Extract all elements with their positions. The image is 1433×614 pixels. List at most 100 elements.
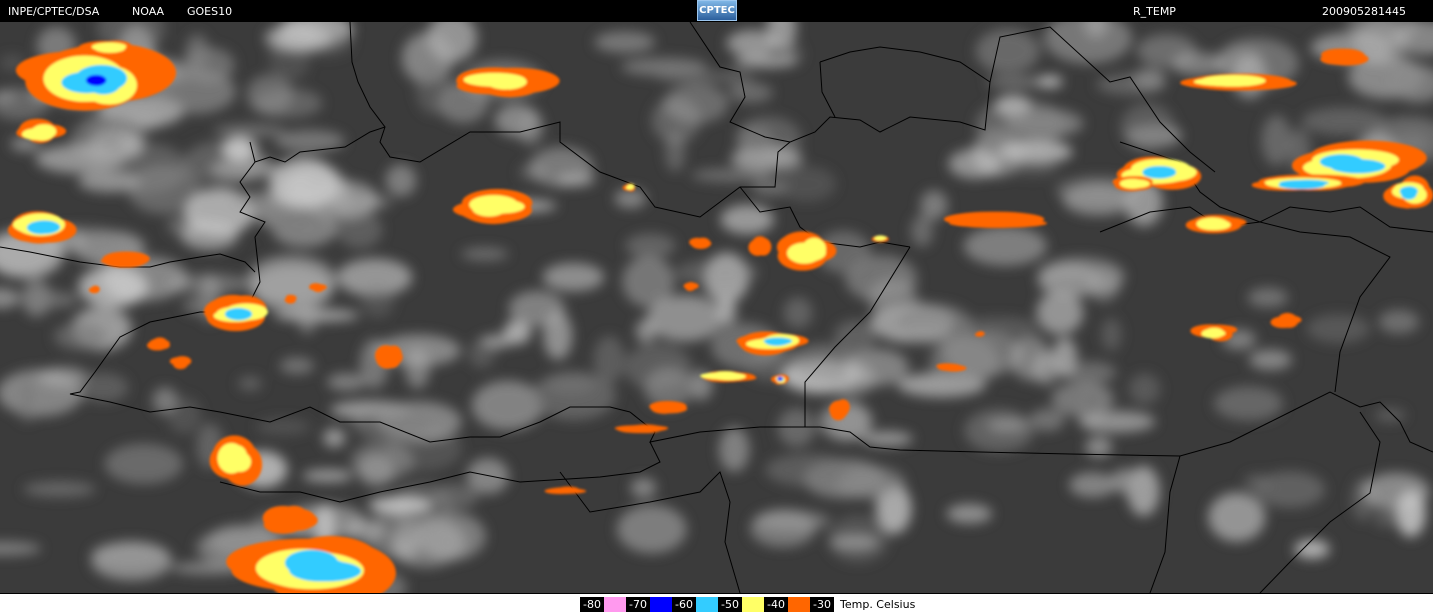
storm-cell xyxy=(1142,165,1177,179)
cloud-patch xyxy=(254,88,323,118)
cloud-patch xyxy=(323,428,346,448)
storm-cell xyxy=(106,252,149,267)
cloud-patch xyxy=(22,291,79,309)
cloud-patch xyxy=(675,259,759,286)
storm-cell xyxy=(874,235,886,241)
cloud-patch xyxy=(616,504,687,554)
cloud-patch xyxy=(508,290,565,327)
cloud-patch xyxy=(720,204,775,235)
cloud-patch xyxy=(929,336,1000,388)
cloud-patch xyxy=(777,408,816,447)
cloud-patch xyxy=(268,157,338,209)
legend-label: -80 xyxy=(580,597,604,612)
legend-label: -30 xyxy=(810,597,834,612)
cloud-patch xyxy=(238,376,263,391)
cloud-patch xyxy=(948,149,1002,179)
storm-cell xyxy=(763,337,793,345)
cloud-patch xyxy=(1052,337,1078,378)
cloud-patch xyxy=(471,380,544,431)
legend-swatch xyxy=(650,597,672,612)
storm-cell xyxy=(831,404,845,418)
cloud-patch xyxy=(361,284,395,318)
cloud-patch xyxy=(910,215,934,247)
cloud-patch xyxy=(1037,75,1063,88)
cloud-patch xyxy=(529,146,594,188)
legend-label: -60 xyxy=(672,597,696,612)
storm-cell xyxy=(1211,75,1265,86)
cloud-patch xyxy=(1306,314,1371,344)
timestamp-label: 200905281445 xyxy=(1322,5,1406,18)
storm-cell xyxy=(1321,48,1357,61)
storm-cell xyxy=(778,377,783,382)
map-canvas xyxy=(0,22,1433,593)
cloud-patch xyxy=(180,220,239,251)
cloud-patch xyxy=(91,541,173,581)
storm-cell xyxy=(224,308,253,321)
storm-cell xyxy=(1274,315,1299,326)
cloud-patch xyxy=(920,190,948,220)
cloud-patch xyxy=(1133,68,1166,89)
cloud-patch xyxy=(1247,287,1289,308)
cloud-patch xyxy=(963,226,1047,266)
storm-cell xyxy=(751,237,770,255)
satellite-label: GOES10 xyxy=(187,5,233,18)
storm-cell xyxy=(936,363,957,369)
cloud-patch xyxy=(861,431,913,447)
storm-cell xyxy=(91,43,116,51)
cloud-patch xyxy=(718,427,750,472)
cloud-patch xyxy=(1362,472,1430,511)
cloud-patch xyxy=(77,372,129,403)
cloud-patch xyxy=(998,140,1073,164)
cloud-patch xyxy=(53,322,108,350)
cloud-patch xyxy=(468,339,495,368)
storm-cell xyxy=(691,239,710,249)
cloud-patch xyxy=(1088,266,1120,303)
cloud-patch xyxy=(368,495,433,515)
legend-label: -50 xyxy=(718,597,742,612)
cloud-patch xyxy=(264,23,333,52)
cloud-patch xyxy=(101,142,189,194)
cloud-patch xyxy=(1128,373,1161,405)
storm-cell xyxy=(90,288,99,294)
cloud-patch xyxy=(776,166,837,202)
storm-cell xyxy=(1278,181,1325,190)
storm-cell xyxy=(1202,329,1226,337)
storm-cell xyxy=(286,294,297,302)
storm-cell xyxy=(626,185,632,190)
cloud-patch xyxy=(621,57,708,77)
cloud-patch xyxy=(185,33,209,71)
cloud-patch xyxy=(1005,108,1084,138)
cloud-patch xyxy=(946,504,993,524)
cloud-patch xyxy=(734,54,797,68)
storm-cell xyxy=(1125,179,1150,188)
storm-cell xyxy=(26,221,56,235)
storm-cell xyxy=(650,404,688,414)
cloud-patch xyxy=(1374,408,1406,422)
cloud-patch xyxy=(78,266,148,308)
cloud-patch xyxy=(297,301,318,334)
cloud-patch xyxy=(302,469,354,483)
legend-swatch xyxy=(604,597,626,612)
cloud-patch xyxy=(1208,492,1266,542)
cloud-patch xyxy=(738,125,773,153)
storm-cell xyxy=(21,128,50,140)
storm-cell xyxy=(1399,186,1418,197)
storm-cell xyxy=(312,284,327,291)
storm-cell xyxy=(953,214,1039,225)
header-bar: INPE/CPTEC/DSA NOAA GOES10 CPTEC R_TEMP … xyxy=(0,0,1433,22)
storm-cell xyxy=(173,356,192,367)
cloud-patch xyxy=(730,146,803,172)
cloud-patch xyxy=(646,295,724,342)
cloud-patch xyxy=(531,371,616,421)
cloud-patch xyxy=(350,441,414,482)
cloud-patch xyxy=(1120,102,1175,152)
cloud-patch xyxy=(279,357,315,375)
storm-cell xyxy=(376,349,399,369)
cloud-patch xyxy=(542,262,605,292)
cloud-patch xyxy=(1213,386,1284,421)
cloud-patch xyxy=(1010,334,1050,381)
cloud-patch xyxy=(222,136,257,162)
storm-cell xyxy=(1337,160,1373,173)
cloud-patch xyxy=(351,406,434,442)
cloud-patch xyxy=(1101,318,1122,351)
